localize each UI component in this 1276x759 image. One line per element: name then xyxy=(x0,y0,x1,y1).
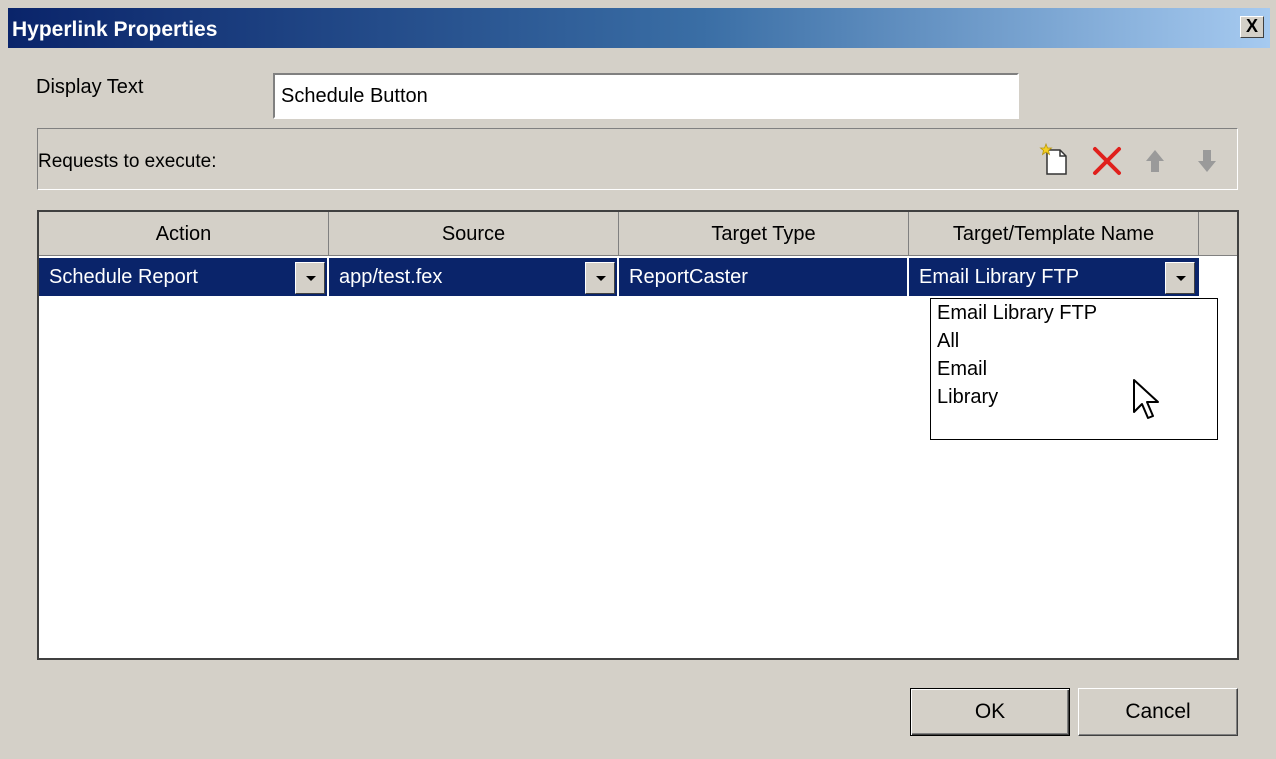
title-bar[interactable]: Hyperlink Properties X xyxy=(8,8,1270,48)
action-cell[interactable]: Schedule Report xyxy=(39,258,327,296)
target-name-dropdown-button[interactable] xyxy=(1165,262,1195,294)
ok-button[interactable]: OK xyxy=(910,688,1070,736)
dropdown-option[interactable]: All xyxy=(931,327,1217,355)
close-button[interactable]: X xyxy=(1240,16,1264,38)
action-dropdown-button[interactable] xyxy=(295,262,325,294)
target-type-cell[interactable]: ReportCaster xyxy=(619,258,907,296)
dropdown-option[interactable]: Email Library FTP xyxy=(931,299,1217,327)
source-dropdown-button[interactable] xyxy=(585,262,615,294)
column-header-target-name[interactable]: Target/Template Name xyxy=(909,212,1199,256)
source-cell[interactable]: app/test.fex xyxy=(329,258,617,296)
mouse-cursor-icon xyxy=(1133,379,1159,419)
move-down-icon[interactable] xyxy=(1190,142,1224,178)
target-name-cell[interactable]: Email Library FTP xyxy=(909,258,1199,296)
requests-label: Requests to execute: xyxy=(38,151,217,172)
display-text-input[interactable] xyxy=(273,73,1019,119)
cancel-button[interactable]: Cancel xyxy=(1078,688,1238,736)
display-text-label: Display Text xyxy=(36,76,144,98)
target-name-dropdown-list: Email Library FTP All Email Library xyxy=(930,298,1218,440)
column-header-target-type[interactable]: Target Type xyxy=(619,212,909,256)
column-header-source[interactable]: Source xyxy=(329,212,619,256)
requests-toolbar: Requests to execute: xyxy=(37,128,1238,190)
column-header-action[interactable]: Action xyxy=(39,212,329,256)
delete-icon[interactable] xyxy=(1090,142,1124,178)
new-request-icon[interactable] xyxy=(1038,142,1072,178)
dropdown-option[interactable]: Email xyxy=(931,355,1217,383)
column-header-filler xyxy=(1199,212,1237,256)
dropdown-option[interactable]: Library xyxy=(931,383,1217,411)
move-up-icon[interactable] xyxy=(1138,142,1172,178)
window-title: Hyperlink Properties xyxy=(12,18,218,41)
